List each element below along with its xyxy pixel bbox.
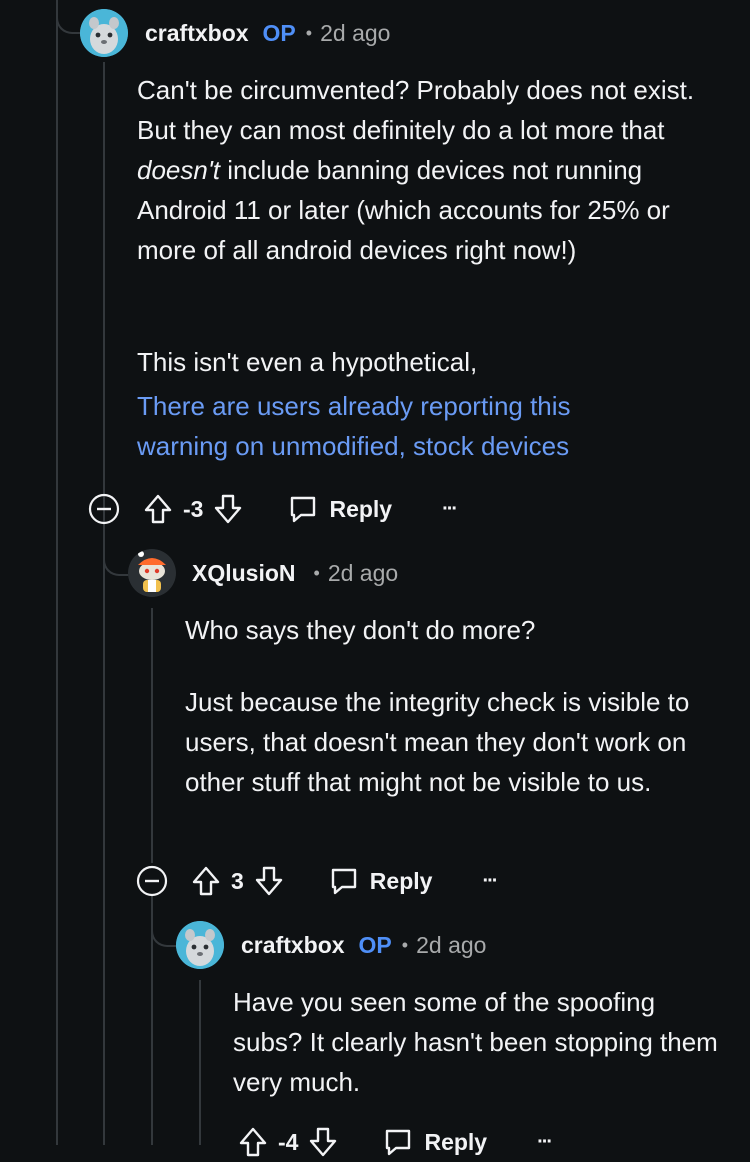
comment-actions: 3 Reply ··· — [135, 861, 498, 901]
collapse-icon[interactable] — [135, 864, 169, 898]
thread-line-comment-3 — [199, 980, 201, 1145]
reply-label: Reply — [424, 1128, 488, 1155]
vote-score: -4 — [278, 1128, 299, 1155]
reply-button[interactable]: Reply — [382, 1126, 487, 1158]
avatar[interactable] — [128, 549, 176, 597]
username[interactable]: craftxbox — [241, 932, 345, 959]
reply-button[interactable]: Reply — [287, 493, 392, 525]
separator: • — [305, 22, 313, 43]
reply-icon — [287, 493, 319, 525]
avatar[interactable] — [80, 9, 128, 57]
timestamp[interactable]: 2d ago — [328, 560, 398, 587]
avatar[interactable] — [176, 921, 224, 969]
reply-icon — [382, 1126, 414, 1158]
comment-link[interactable]: There are users already reporting this w… — [137, 386, 657, 466]
more-icon[interactable]: ··· — [482, 870, 498, 893]
comment-meta: craftxbox OP • 2d ago — [241, 928, 486, 962]
separator: • — [313, 562, 320, 583]
op-badge: OP — [262, 19, 296, 46]
reply-button[interactable]: Reply — [328, 865, 433, 897]
emphasis-text: doesn't — [137, 155, 221, 185]
more-icon[interactable]: ··· — [442, 498, 458, 521]
comment-meta: craftxbox OP • 2d ago — [145, 16, 390, 50]
comment-actions: -4 Reply ··· — [238, 1122, 553, 1162]
comment-paragraph: Just because the integrity check is visi… — [185, 687, 690, 797]
thread-connector — [151, 895, 177, 947]
timestamp[interactable]: 2d ago — [320, 20, 390, 47]
comment-actions: -3 Reply ··· — [87, 489, 458, 529]
comment-meta: XQlusioN • 2d ago — [192, 556, 398, 590]
thread-line-root — [56, 0, 58, 1145]
reply-label: Reply — [369, 867, 433, 894]
reply-icon — [328, 865, 360, 897]
upvote-icon[interactable] — [143, 493, 173, 525]
reply-label: Reply — [329, 495, 393, 522]
op-badge: OP — [358, 931, 392, 958]
vote-score: 3 — [231, 867, 244, 894]
comment-paragraph: Who says they don't do more? — [185, 615, 536, 645]
more-icon[interactable]: ··· — [537, 1131, 553, 1154]
downvote-icon[interactable] — [213, 493, 243, 525]
timestamp[interactable]: 2d ago — [416, 932, 486, 959]
username[interactable]: XQlusioN — [192, 560, 296, 587]
downvote-icon[interactable] — [254, 865, 284, 897]
thread-line-comment-2 — [151, 608, 153, 863]
upvote-icon[interactable] — [191, 865, 221, 897]
separator: • — [401, 934, 409, 955]
username[interactable]: craftxbox — [145, 20, 249, 47]
downvote-icon[interactable] — [308, 1126, 338, 1158]
comment-paragraph: Can't be circumvented? Probably does not… — [137, 75, 695, 265]
upvote-icon[interactable] — [238, 1126, 268, 1158]
thread-connector — [56, 0, 80, 34]
comment-body: Can't be circumvented? Probably does not… — [137, 70, 707, 270]
comment-paragraph: This isn't even a hypothetical, — [137, 347, 478, 377]
comment-paragraph: Have you seen some of the spoofing subs?… — [233, 987, 718, 1097]
thread-line-comment-1 — [103, 62, 105, 1145]
collapse-icon[interactable] — [87, 492, 121, 526]
vote-score: -3 — [183, 495, 204, 522]
